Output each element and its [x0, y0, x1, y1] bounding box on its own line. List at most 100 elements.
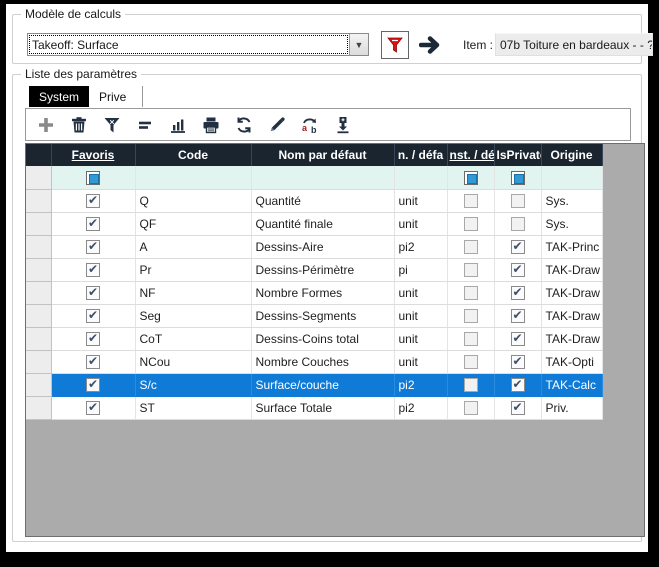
column-header-n-d-fa[interactable]: n. / défa: [394, 144, 447, 166]
row-selector-cell[interactable]: [26, 166, 51, 189]
isprivate-checkbox[interactable]: [511, 332, 525, 346]
table-row[interactable]: PrDessins-PérimètrepiTAK-Draw: [26, 258, 602, 281]
row-selector-cell[interactable]: [26, 258, 51, 281]
code-cell[interactable]: NCou: [135, 350, 251, 373]
origine-cell[interactable]: TAK-Draw: [541, 327, 602, 350]
takeoff-combobox[interactable]: Takeoff: Surface ▼: [27, 33, 369, 56]
row-selector-cell[interactable]: [26, 212, 51, 235]
table-row[interactable]: NCouNombre Couchesunit TAK-Opti: [26, 350, 602, 373]
table-row[interactable]: S/cSurface/couchepi2TAK-Calc: [26, 373, 602, 396]
unite-cell[interactable]: unit: [394, 189, 447, 212]
inst-checkbox[interactable]: [464, 240, 478, 254]
print-button[interactable]: [199, 113, 223, 137]
origine-cell[interactable]: TAK-Princ: [541, 235, 602, 258]
unite-cell[interactable]: unit: [394, 350, 447, 373]
nom-cell[interactable]: Surface/couche: [251, 373, 394, 396]
inst-checkbox[interactable]: [464, 217, 478, 231]
isprivate-checkbox[interactable]: [511, 401, 525, 415]
code-cell[interactable]: QF: [135, 212, 251, 235]
row-selector-cell[interactable]: [26, 327, 51, 350]
rename-button[interactable]: a b: [298, 113, 322, 137]
favoris-checkbox[interactable]: [86, 355, 100, 369]
inst-checkbox[interactable]: [464, 355, 478, 369]
unite-cell[interactable]: unit: [394, 304, 447, 327]
code-cell[interactable]: CoT: [135, 327, 251, 350]
unite-cell[interactable]: pi2: [394, 396, 447, 419]
edit-button[interactable]: [265, 113, 289, 137]
origine-cell[interactable]: Sys.: [541, 189, 602, 212]
tab-prive[interactable]: Prive: [89, 86, 136, 107]
inst-checkbox[interactable]: [464, 378, 478, 392]
row-selector-cell[interactable]: [26, 396, 51, 419]
row-selector-cell[interactable]: [26, 235, 51, 258]
favoris-checkbox[interactable]: [86, 217, 100, 231]
nom-cell[interactable]: Quantité finale: [251, 212, 394, 235]
nom-cell[interactable]: Dessins-Aire: [251, 235, 394, 258]
row-selector-cell[interactable]: [26, 304, 51, 327]
code-cell[interactable]: A: [135, 235, 251, 258]
isprivate-checkbox[interactable]: [511, 263, 525, 277]
isprivate-checkbox[interactable]: [511, 194, 525, 208]
favoris-checkbox[interactable]: [86, 194, 100, 208]
nom-cell[interactable]: Quantité: [251, 189, 394, 212]
table-row[interactable]: QQuantitéunit Sys.: [26, 189, 602, 212]
row-selector-cell[interactable]: [26, 281, 51, 304]
favoris-checkbox[interactable]: [86, 401, 100, 415]
favoris-checkbox[interactable]: [86, 286, 100, 300]
tab-system[interactable]: System: [29, 86, 89, 107]
row-selector-cell[interactable]: [26, 350, 51, 373]
inst-checkbox[interactable]: [464, 309, 478, 323]
column-header-code[interactable]: Code: [135, 144, 251, 166]
unite-cell[interactable]: unit: [394, 281, 447, 304]
nom-cell[interactable]: Nombre Couches: [251, 350, 394, 373]
table-row[interactable]: CoTDessins-Coins totalunitTAK-Draw: [26, 327, 602, 350]
filter-button[interactable]: [381, 31, 409, 59]
column-header-origine[interactable]: Origine: [541, 144, 602, 166]
unite-cell[interactable]: pi2: [394, 235, 447, 258]
chart-button[interactable]: [166, 113, 190, 137]
row-selector-cell[interactable]: [26, 373, 51, 396]
unite-cell[interactable]: pi2: [394, 373, 447, 396]
isprivate-checkbox[interactable]: [511, 286, 525, 300]
inst-checkbox[interactable]: [464, 332, 478, 346]
refresh-button[interactable]: [232, 113, 256, 137]
isprivate-checkbox[interactable]: [511, 309, 525, 323]
favoris-checkbox[interactable]: [86, 240, 100, 254]
code-cell[interactable]: ST: [135, 396, 251, 419]
inst-checkbox[interactable]: [464, 286, 478, 300]
filter-isprivate-checkbox[interactable]: [511, 171, 525, 185]
add-button[interactable]: [34, 113, 58, 137]
code-cell[interactable]: Q: [135, 189, 251, 212]
inst-checkbox[interactable]: [464, 401, 478, 415]
code-cell[interactable]: Pr: [135, 258, 251, 281]
column-header-isprivate[interactable]: IsPrivate: [494, 144, 541, 166]
filter-unite-cell[interactable]: [394, 166, 447, 189]
apply-arrow-button[interactable]: [417, 31, 451, 59]
origine-cell[interactable]: Sys.: [541, 212, 602, 235]
row-selector-cell[interactable]: [26, 189, 51, 212]
origine-cell[interactable]: TAK-Opti: [541, 350, 602, 373]
origine-cell[interactable]: TAK-Draw: [541, 304, 602, 327]
filter-origine-cell[interactable]: [541, 166, 602, 189]
filter-nom-cell[interactable]: [251, 166, 394, 189]
origine-cell[interactable]: TAK-Draw: [541, 258, 602, 281]
nom-cell[interactable]: Surface Totale: [251, 396, 394, 419]
code-cell[interactable]: S/c: [135, 373, 251, 396]
origine-cell[interactable]: TAK-Draw: [541, 281, 602, 304]
isprivate-checkbox[interactable]: [511, 217, 525, 231]
column-header-nst-d-fa[interactable]: nst. / défa: [447, 144, 494, 166]
unite-cell[interactable]: pi: [394, 258, 447, 281]
filter-grid-button[interactable]: [100, 113, 124, 137]
combobox-dropdown-button[interactable]: ▼: [349, 34, 368, 55]
filter-inst-checkbox[interactable]: [464, 171, 478, 185]
favoris-checkbox[interactable]: [86, 309, 100, 323]
nom-cell[interactable]: Dessins-Coins total: [251, 327, 394, 350]
table-row[interactable]: STSurface Totalepi2Priv.: [26, 396, 602, 419]
nom-cell[interactable]: Dessins-Segments: [251, 304, 394, 327]
table-row[interactable]: SegDessins-SegmentsunitTAK-Draw: [26, 304, 602, 327]
item-field[interactable]: 07b Toiture en bardeaux - - ?: [495, 33, 653, 56]
table-row[interactable]: NFNombre FormesunitTAK-Draw: [26, 281, 602, 304]
code-cell[interactable]: NF: [135, 281, 251, 304]
isprivate-checkbox[interactable]: [511, 378, 525, 392]
inst-checkbox[interactable]: [464, 194, 478, 208]
